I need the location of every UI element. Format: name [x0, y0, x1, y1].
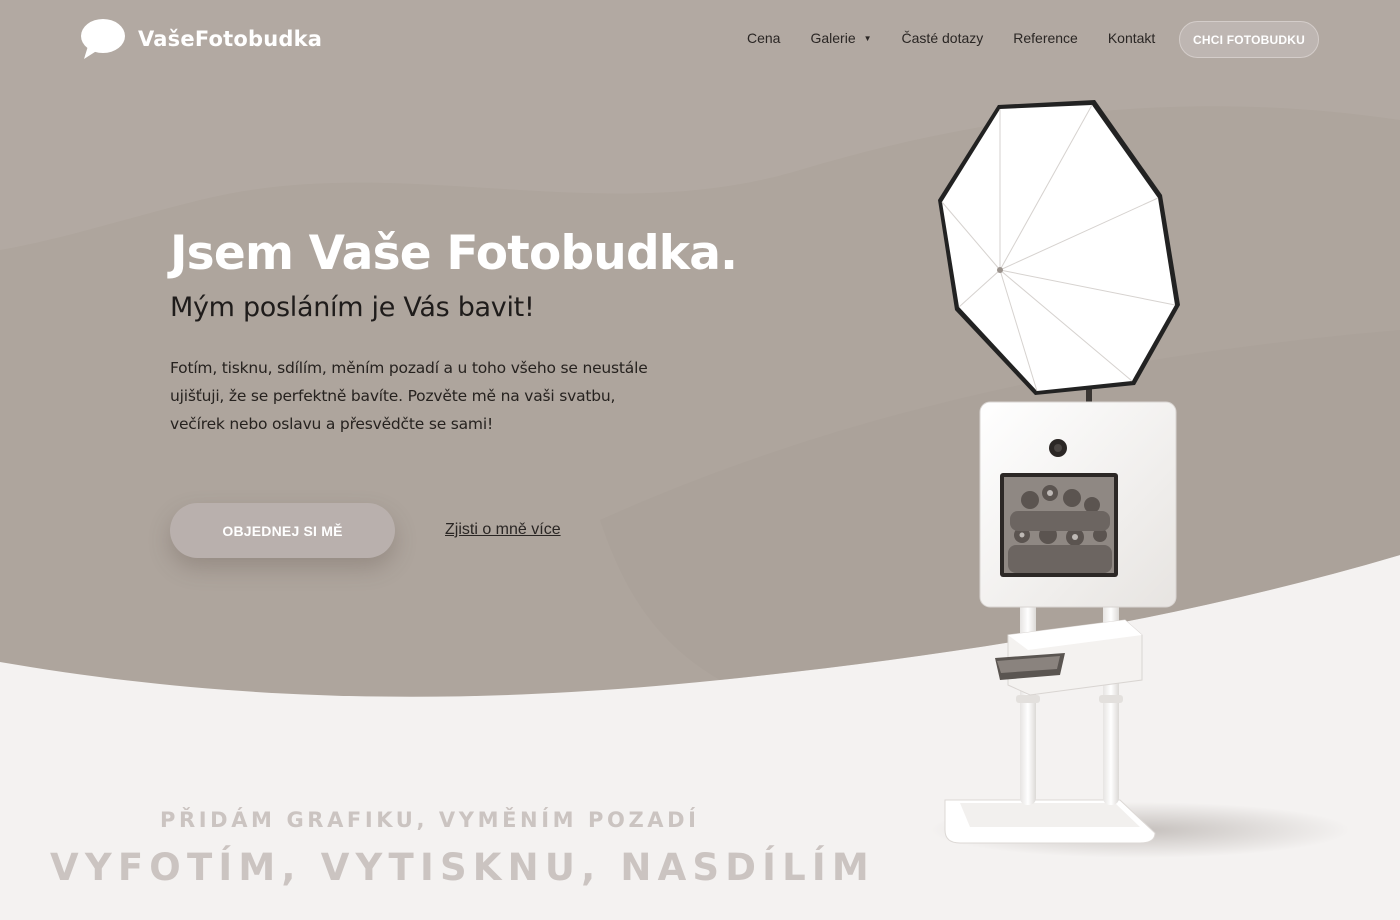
nav-item-kontakt[interactable]: Kontakt [1108, 30, 1155, 46]
tagline-secondary: PŘIDÁM GRAFIKU, VYMĚNÍM POZADÍ [160, 808, 700, 832]
hero-title: Jsem Vaše Fotobudka. [170, 226, 738, 281]
nav-item-cena[interactable]: Cena [747, 30, 780, 46]
nav-item-galerie[interactable]: Galerie ▼ [810, 30, 871, 46]
brand-name: VašeFotobudka [138, 27, 323, 51]
nav-item-caste-dotazy[interactable]: Časté dotazy [902, 30, 984, 46]
nav-item-label: Kontakt [1107, 30, 1156, 46]
nav-item-reference[interactable]: Reference [1013, 30, 1078, 46]
speech-bubble-icon [81, 19, 125, 59]
site-header: VašeFotobudka Cena Galerie ▼ Časté dotazy… [0, 0, 1400, 80]
hero-description: Fotím, tisknu, sdílím, měním pozadí a u … [170, 359, 648, 433]
learn-more-link[interactable]: Zjisti o mně více [445, 521, 561, 539]
nav-item-label: Cena [747, 30, 781, 46]
hero-subtitle: Mým posláním je Vás bavit! [170, 292, 535, 323]
photobooth-image [930, 100, 1350, 858]
order-button[interactable]: OBJEDNEJ SI MĚ [170, 503, 395, 558]
nav-item-label: Časté dotazy [901, 30, 984, 46]
nav-item-label: Galerie [810, 30, 856, 46]
nav-item-label: Reference [1013, 30, 1078, 46]
dropdown-caret-icon: ▼ [863, 34, 872, 43]
main-nav: Cena Galerie ▼ Časté dotazy Reference Kon… [732, 30, 1170, 46]
chci-fotobudku-button[interactable]: CHCI FOTOBUDKU [1179, 21, 1319, 58]
logo[interactable]: VašeFotobudka [80, 18, 322, 60]
tagline-primary: VYFOTÍM, VYTISKNU, NASDÍLÍM [50, 846, 875, 889]
